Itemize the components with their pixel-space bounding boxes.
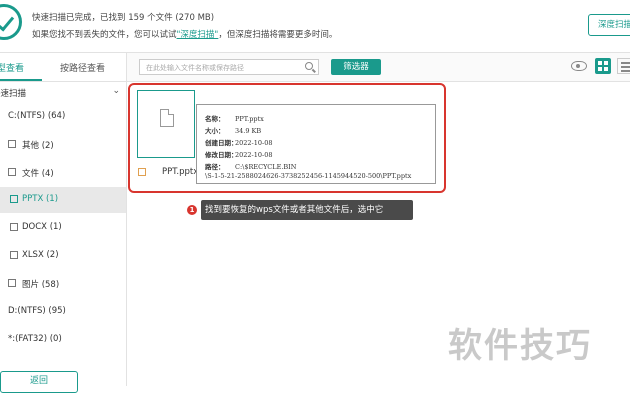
tree-item-label: 其他 (2)	[22, 141, 54, 151]
chevron-down-icon[interactable]: ⌄	[112, 86, 120, 96]
scan-complete-icon	[0, 4, 22, 40]
grid-view-icon[interactable]	[595, 58, 611, 74]
tree-item-fat32[interactable]: *:(FAT32) (0)	[0, 327, 126, 353]
checkbox-icon[interactable]	[10, 195, 18, 203]
tree-item-label: XLSX (2)	[22, 250, 59, 260]
list-view-icon[interactable]	[617, 58, 630, 74]
tree-item-xlsx[interactable]: XLSX (2)	[0, 243, 126, 269]
scan-status-text: 快速扫描已完成，已找到 159 个文件 (270 MB)	[32, 13, 215, 23]
search-icon[interactable]	[305, 62, 313, 70]
tooltip-modified-row: 修改日期：2022-10-08	[205, 151, 273, 159]
tree-item-label: 图片 (58)	[22, 280, 60, 290]
search-placeholder: 在此处输入文件名称或保存路径	[146, 64, 244, 72]
tree-item-c-drive[interactable]: C:(NTFS) (64)	[0, 104, 126, 130]
status-header: 快速扫描已完成，已找到 159 个文件 (270 MB) 如果您找不到丢失的文件…	[0, 0, 630, 53]
deep-scan-button[interactable]: 深度扫描	[588, 14, 630, 36]
tooltip-path-row: 路径： C:\$RECYCLE.BIN	[205, 163, 297, 171]
tab-path-view[interactable]: 按路径查看	[60, 61, 105, 74]
file-icon	[160, 109, 174, 127]
tab-type-view[interactable]: 类型查看	[0, 61, 24, 74]
tree-item-label: *:(FAT32) (0)	[8, 334, 62, 344]
sidebar: 类型查看 按路径查看 快速扫描 ⌄ C:(NTFS) (64) 其他 (2) 文…	[0, 53, 127, 386]
file-checkbox[interactable]	[138, 168, 146, 176]
tree-item-images[interactable]: 图片 (58)	[0, 271, 126, 297]
view-tabs: 类型查看 按路径查看	[0, 53, 126, 82]
step-number-badge: 1	[187, 205, 197, 215]
image-icon	[8, 279, 16, 287]
tree-item-label: D:(NTFS) (95)	[8, 306, 66, 316]
checkbox-icon[interactable]	[10, 251, 18, 259]
tree-item-d-drive[interactable]: D:(NTFS) (95)	[0, 299, 126, 325]
filter-button[interactable]: 筛选器	[331, 59, 381, 75]
tree-item-label: C:(NTFS) (64)	[8, 111, 66, 121]
tree-item-documents[interactable]: 文件 (4)	[0, 160, 126, 186]
tree-item-label: DOCX (1)	[22, 222, 62, 232]
tree-item-pptx[interactable]: PPTX (1)	[0, 187, 126, 213]
file-info-tooltip: 名称： PPT.pptx 大小： 34.9 KB 创建日期：2022-10-08 修…	[196, 104, 436, 184]
watermark: 软件技巧	[448, 326, 592, 366]
preview-eye-icon[interactable]	[571, 61, 587, 71]
tree-item-label: PPTX (1)	[22, 194, 59, 204]
deep-scan-link[interactable]: "深度扫描"	[177, 30, 219, 40]
tree-item-label: 文件 (4)	[22, 169, 54, 179]
back-button[interactable]: 返回	[0, 371, 78, 393]
folder-icon	[8, 140, 16, 148]
file-name-label[interactable]: PPT.pptx	[162, 167, 198, 177]
instruction-callout: 找到要恢复的wps文件或者其他文件后，选中它	[201, 200, 413, 220]
deep-scan-hint: 如果您找不到丢失的文件，您可以试试"深度扫描"，但深度扫描将需要更多时间。	[32, 30, 338, 40]
checkbox-icon[interactable]	[10, 223, 18, 231]
tree-item-docx[interactable]: DOCX (1)	[0, 215, 126, 241]
tooltip-name-row: 名称： PPT.pptx	[205, 115, 264, 123]
quick-scan-group[interactable]: 快速扫描 ⌄	[0, 82, 126, 104]
group-label: 快速扫描	[0, 89, 27, 99]
search-input[interactable]: 在此处输入文件名称或保存路径	[139, 59, 319, 75]
document-icon	[8, 168, 16, 176]
tree-item-other[interactable]: 其他 (2)	[0, 132, 126, 158]
toolbar: 在此处输入文件名称或保存路径 筛选器	[127, 53, 630, 82]
tooltip-size-row: 大小： 34.9 KB	[205, 127, 262, 135]
tooltip-created-row: 创建日期：2022-10-08	[205, 139, 273, 147]
active-tab-indicator	[0, 79, 42, 81]
tooltip-path-row-2: \S-1-5-21-2588024626-3738252456-11459445…	[205, 172, 412, 180]
file-thumbnail[interactable]	[137, 90, 195, 158]
